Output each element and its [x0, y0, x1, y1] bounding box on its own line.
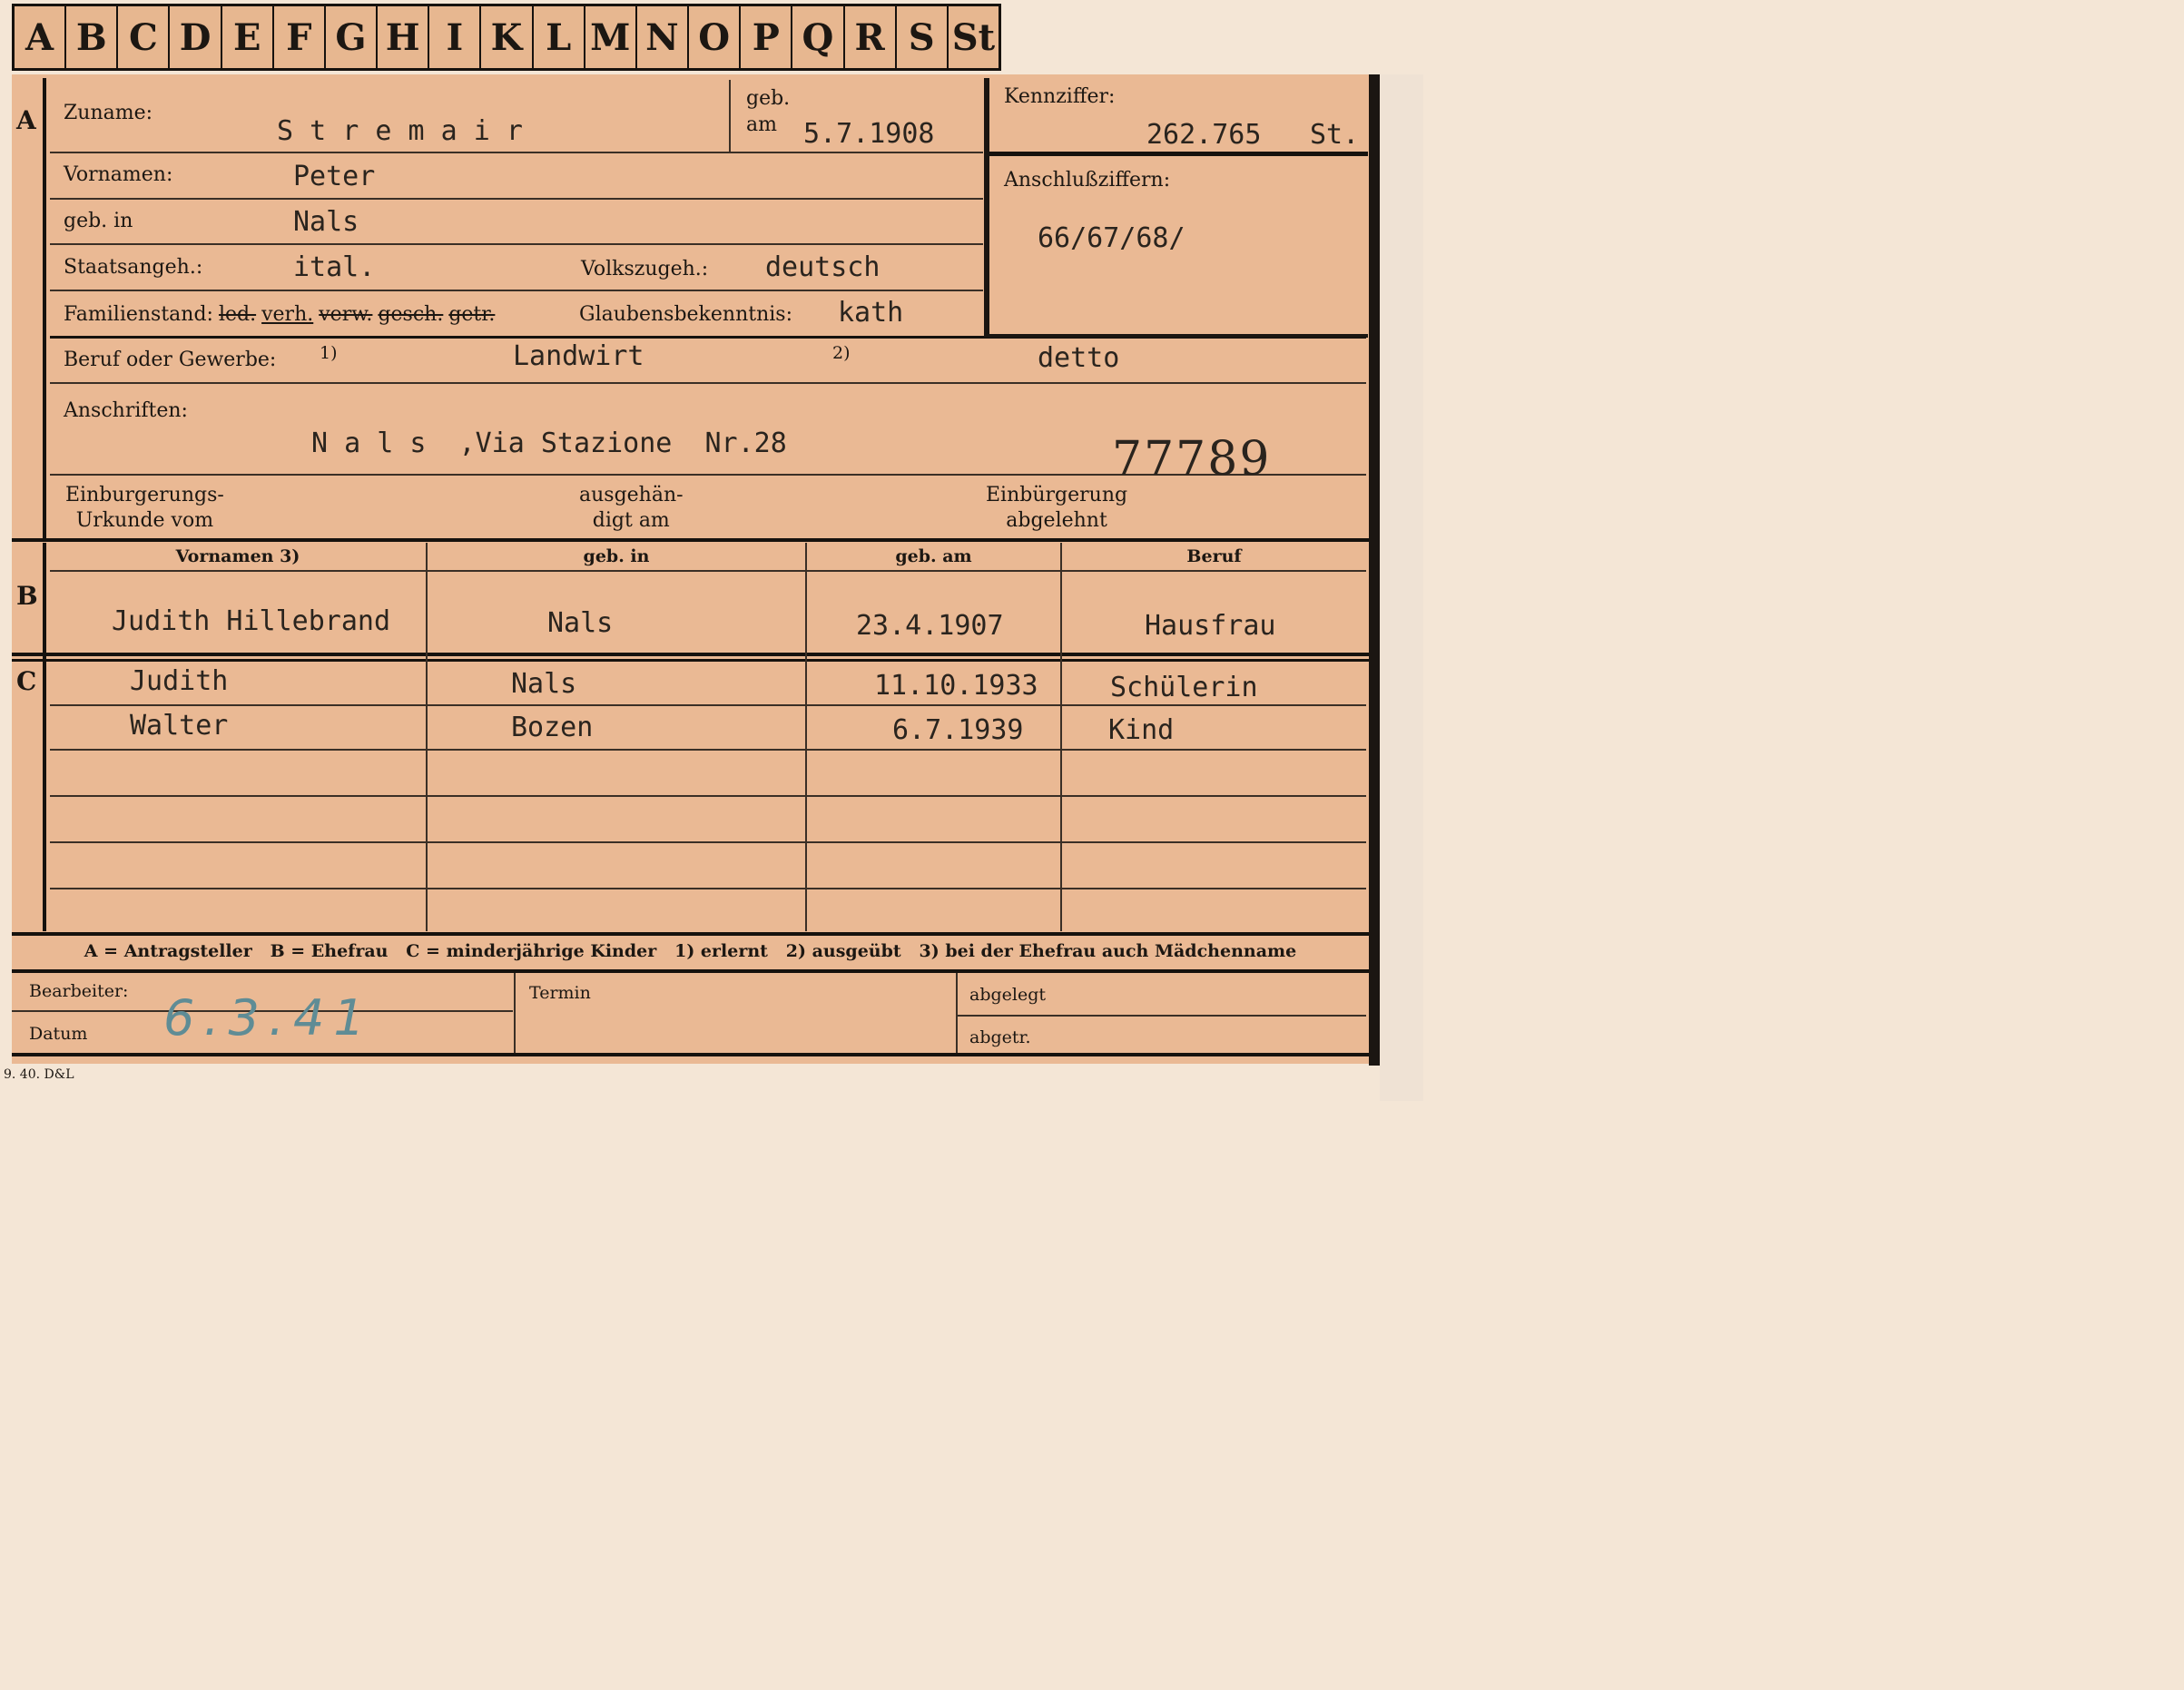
refused-label: Einbürgerung abgelehnt: [986, 484, 1128, 532]
family-status-row: Familienstand: led. verh. verw. gesch. g…: [64, 303, 495, 326]
tab-p[interactable]: P: [741, 6, 793, 68]
firstnames-value: Peter: [293, 161, 376, 192]
header-firstnames: Vornamen 3): [175, 546, 300, 566]
profession-label: Beruf oder Gewerbe:: [64, 349, 277, 371]
child-profession: Schülerin: [1110, 672, 1258, 703]
tab-o[interactable]: O: [689, 6, 742, 68]
surname-value: S t r e m a i r: [277, 115, 523, 147]
ethnicity-label: Volkszugeh.:: [581, 258, 709, 280]
tab-i[interactable]: I: [429, 6, 482, 68]
tab-q[interactable]: Q: [792, 6, 845, 68]
born-date-value: 5.7.1908: [803, 118, 935, 150]
tab-f[interactable]: F: [274, 6, 326, 68]
child-name: Judith: [130, 665, 229, 697]
tab-n[interactable]: N: [637, 6, 690, 68]
naturalization-label: Einburgerungs- Urkunde vom: [65, 484, 224, 532]
date-value: 6.3.41: [163, 989, 374, 1046]
stamp-number: 77789: [1112, 432, 1272, 486]
religion-label: Glaubensbekenntnis:: [579, 303, 792, 326]
address-value: N a l s ,Via Stazione Nr.28: [311, 427, 787, 459]
card-edge: [1369, 74, 1380, 1066]
child-name: Walter: [130, 710, 229, 742]
firstnames-label: Vornamen:: [64, 163, 173, 186]
alphabet-tabs: A B C D E F G H I K L M N O P Q R S St: [12, 4, 1001, 71]
header-profession: Beruf: [1186, 546, 1242, 566]
spouse-birthplace: Nals: [547, 607, 614, 639]
handed-label: ausgehän-digt am: [579, 484, 684, 532]
birthplace-value: Nals: [293, 206, 359, 238]
deadline-label: Termin: [529, 983, 591, 1003]
id-value: 262.765: [1146, 119, 1262, 151]
ethnicity-value: deutsch: [765, 251, 880, 283]
born-label-1: geb.: [746, 87, 791, 110]
header-birthplace: geb. in: [583, 546, 650, 566]
child-birthdate: 6.7.1939: [892, 714, 1024, 746]
family-status-label: Familienstand:: [64, 303, 213, 326]
id-suffix: St.: [1310, 119, 1360, 151]
child-profession: Kind: [1108, 714, 1175, 746]
citizenship-label: Staatsangeh.:: [64, 256, 203, 279]
id-label: Kennziffer:: [1004, 85, 1116, 108]
spouse-profession: Hausfrau: [1145, 610, 1276, 642]
date-label: Datum: [29, 1024, 88, 1044]
tab-e[interactable]: E: [222, 6, 274, 68]
tab-c[interactable]: C: [118, 6, 171, 68]
linked-value: 66/67/68/: [1038, 222, 1185, 254]
card-margin: [1380, 74, 1423, 1101]
clerk-label: Bearbeiter:: [29, 981, 129, 1001]
tab-h[interactable]: H: [378, 6, 430, 68]
tab-g[interactable]: G: [326, 6, 379, 68]
citizenship-value: ital.: [293, 251, 376, 283]
reference-box: [984, 78, 1368, 338]
spouse-name: Judith Hillebrand: [112, 605, 391, 637]
child-birthplace: Bozen: [511, 712, 594, 743]
family-status-option-separated: getr.: [448, 303, 496, 326]
tab-m[interactable]: M: [585, 6, 637, 68]
section-marker-b: B: [16, 581, 38, 611]
tab-b[interactable]: B: [66, 6, 119, 68]
tab-a[interactable]: A: [15, 6, 67, 68]
religion-value: kath: [838, 297, 904, 329]
print-code: 9. 40. D&L: [4, 1067, 74, 1082]
legend: A = Antragsteller B = Ehefrau C = minder…: [84, 941, 1297, 961]
tab-s[interactable]: S: [897, 6, 949, 68]
tab-k[interactable]: K: [481, 6, 534, 68]
tab-l[interactable]: L: [534, 6, 585, 68]
address-label: Anschriften:: [64, 399, 188, 422]
linked-label: Anschlußziffern:: [1004, 169, 1171, 192]
family-status-option-single: led.: [218, 303, 257, 326]
filed-label: abgelegt: [969, 985, 1047, 1005]
family-status-option-married: verh.: [261, 303, 314, 326]
child-birthplace: Nals: [511, 668, 577, 700]
surname-label: Zuname:: [64, 102, 153, 124]
profession-footnote-2: 2): [832, 343, 851, 363]
dispatched-label: abgetr.: [969, 1027, 1031, 1047]
tab-d[interactable]: D: [170, 6, 222, 68]
section-marker-c: C: [16, 666, 37, 696]
profession-practiced-value: detto: [1038, 342, 1120, 374]
birthplace-label: geb. in: [64, 210, 133, 232]
spouse-birthdate: 23.4.1907: [856, 610, 1004, 642]
child-birthdate: 11.10.1933: [874, 670, 1038, 702]
profession-footnote-1: 1): [320, 343, 338, 363]
profession-learned-value: Landwirt: [513, 340, 644, 372]
header-birthdate: geb. am: [895, 546, 972, 566]
family-status-option-divorced: gesch.: [378, 303, 444, 326]
section-marker-a: A: [16, 105, 36, 135]
tab-r[interactable]: R: [845, 6, 897, 68]
born-label-2: am: [746, 113, 777, 136]
family-status-option-widowed: verw.: [319, 303, 373, 326]
tab-st[interactable]: St: [949, 6, 999, 68]
